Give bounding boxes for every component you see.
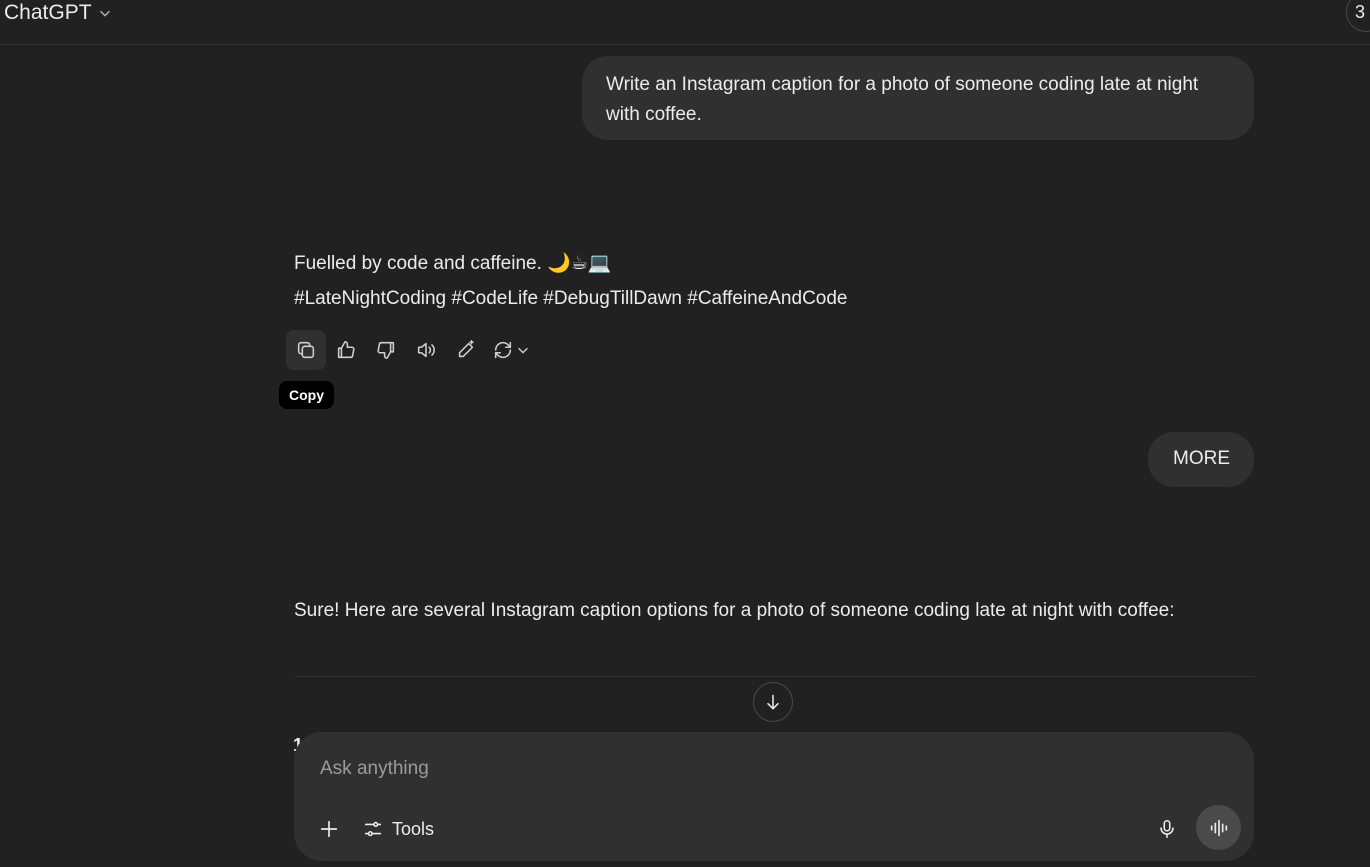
- copy-tooltip: Copy: [279, 381, 334, 409]
- copy-button[interactable]: [286, 330, 326, 370]
- user-message-text: Write an Instagram caption for a photo o…: [606, 74, 1199, 125]
- assistant-message-intro: Sure! Here are several Instagram caption…: [294, 600, 1175, 621]
- voice-waveform-icon: [1210, 819, 1227, 836]
- assistant-message-caption: Fuelled by code and caffeine. 🌙☕💻: [294, 253, 612, 274]
- tools-label: Tools: [392, 818, 435, 839]
- regenerate-icon: [494, 341, 512, 359]
- message-actions: [286, 330, 536, 370]
- tools-button[interactable]: Tools: [362, 812, 434, 846]
- microphone-icon: [1160, 819, 1174, 839]
- read-aloud-icon: [417, 342, 435, 358]
- edit-in-canvas-button[interactable]: [446, 330, 486, 370]
- copy-icon: [297, 341, 315, 359]
- thumbs-up-icon: [337, 340, 355, 359]
- user-message: MORE: [1148, 432, 1254, 487]
- chevron-down-icon: [99, 10, 110, 17]
- model-name: ChatGPT: [4, 1, 92, 24]
- edit-icon: [458, 340, 474, 358]
- model-switcher[interactable]: ChatGPT: [4, 1, 112, 25]
- share-glyph: 3: [1355, 1, 1366, 22]
- divider: [294, 676, 1254, 677]
- regenerate-button[interactable]: [486, 330, 536, 370]
- assistant-message-hashtags: #LateNightCoding #CodeLife #DebugTillDaw…: [294, 288, 848, 309]
- user-message-text: MORE: [1173, 448, 1230, 469]
- share-button[interactable]: 3: [1346, 0, 1370, 32]
- chevron-down-icon: [518, 347, 528, 354]
- sliders-icon: [364, 821, 382, 837]
- arrow-down-icon: [767, 694, 779, 710]
- prompt-input[interactable]: [320, 754, 1200, 784]
- bad-response-button[interactable]: [366, 330, 406, 370]
- read-aloud-button[interactable]: [406, 330, 446, 370]
- dictate-button[interactable]: [1150, 812, 1184, 846]
- scroll-to-bottom-button[interactable]: [753, 682, 793, 722]
- user-message: Write an Instagram caption for a photo o…: [582, 56, 1254, 140]
- thumbs-down-icon: [377, 341, 395, 360]
- voice-mode-button[interactable]: [1196, 805, 1241, 850]
- plus-icon: [320, 820, 338, 838]
- top-bar: ChatGPT 3: [0, 0, 1370, 45]
- add-attachment-button[interactable]: [312, 812, 346, 846]
- composer: Tools: [294, 732, 1254, 861]
- good-response-button[interactable]: [326, 330, 366, 370]
